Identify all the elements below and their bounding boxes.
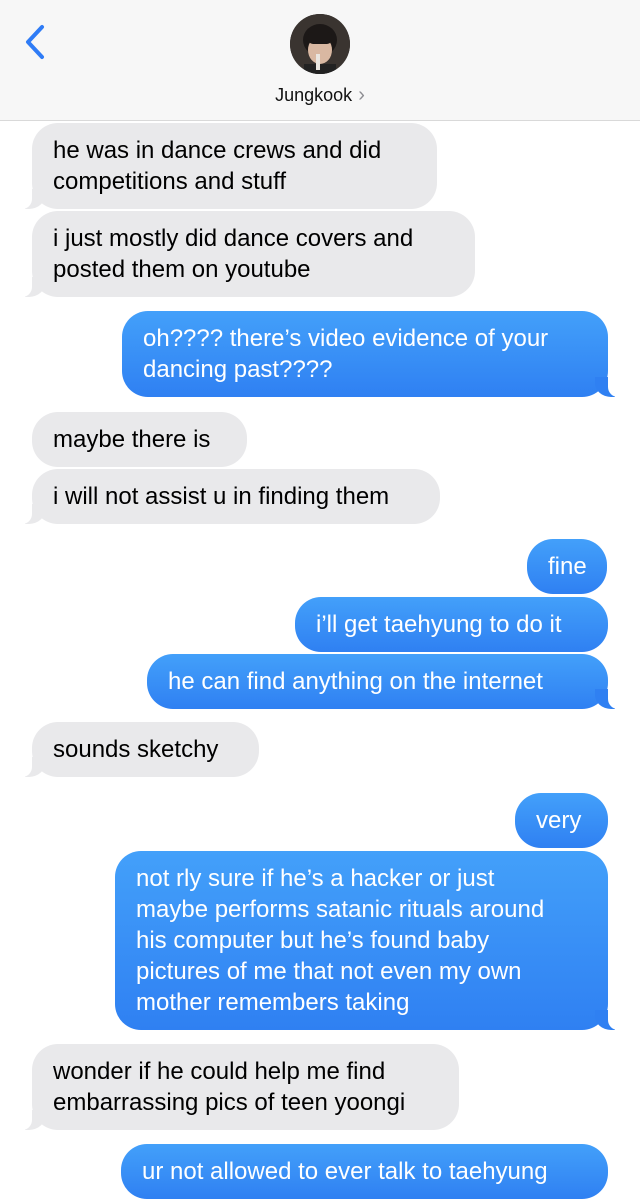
message-bubble-outgoing[interactable]: oh???? there’s video evidence of your da…: [122, 311, 618, 397]
message-bubble-outgoing[interactable]: not rly sure if he’s a hacker or just ma…: [115, 851, 618, 1030]
message-bubble-outgoing[interactable]: very: [515, 793, 608, 848]
conversation-header: Jungkook ›: [0, 0, 640, 121]
chevron-right-icon: ›: [358, 84, 365, 106]
back-button[interactable]: [22, 24, 52, 60]
avatar-photo: [290, 14, 350, 74]
message-bubble-incoming[interactable]: i just mostly did dance covers and poste…: [22, 211, 475, 297]
message-bubble-incoming[interactable]: i will not assist u in finding them: [22, 469, 440, 524]
contact-name: Jungkook: [275, 85, 353, 105]
contact-name-row[interactable]: Jungkook ›: [0, 84, 640, 107]
message-bubble-incoming[interactable]: wonder if he could help me find embarras…: [22, 1044, 459, 1130]
message-bubble-outgoing[interactable]: fine: [527, 539, 607, 594]
message-bubble-outgoing[interactable]: he can find anything on the internet: [147, 654, 618, 709]
message-bubble-outgoing[interactable]: ur not allowed to ever talk to taehyung: [121, 1144, 608, 1199]
message-bubble-incoming[interactable]: he was in dance crews and did competitio…: [22, 123, 437, 209]
message-bubble-incoming[interactable]: maybe there is: [32, 412, 247, 467]
chevron-left-icon: [26, 25, 44, 59]
contact-avatar[interactable]: [290, 14, 350, 74]
message-bubble-incoming[interactable]: sounds sketchy: [22, 722, 259, 777]
message-bubble-outgoing[interactable]: i’ll get taehyung to do it: [295, 597, 608, 652]
